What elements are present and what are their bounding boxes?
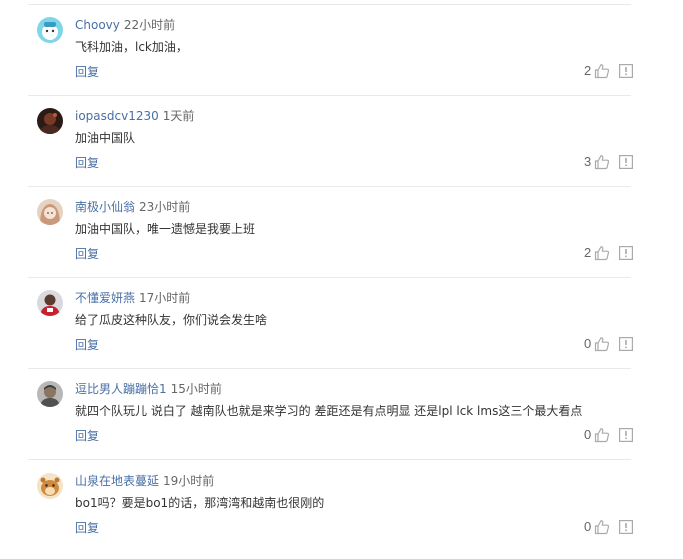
thumbs-up-icon[interactable]: [594, 519, 610, 535]
comment-text: 加油中国队: [75, 131, 136, 145]
comment-item: 山泉在地表蔓延 19小时前 bo1吗？要是bo1的话，那湾湾和越南也很刚的 回复 …: [0, 461, 683, 552]
comment-meta: 山泉在地表蔓延 19小时前: [75, 473, 214, 490]
like-count: 2: [584, 63, 592, 78]
comment-meta: 不懂爱妍燕 17小时前: [75, 290, 190, 307]
thumbs-up-icon[interactable]: [594, 336, 610, 352]
like-count: 0: [584, 336, 592, 351]
thumbs-up-icon[interactable]: [594, 63, 610, 79]
athlete-avatar: [37, 290, 63, 316]
thumbs-up-icon[interactable]: [594, 154, 610, 170]
comment-actions: 2: [584, 63, 633, 79]
comment-divider: [28, 459, 631, 460]
comment-item: 南极小仙翁 23小时前 加油中国队，唯一遗憾是我要上班 回复 2: [0, 187, 683, 278]
timestamp: 19小时前: [163, 474, 215, 488]
reply-button[interactable]: 回复: [75, 428, 99, 445]
avatar[interactable]: [37, 199, 63, 225]
comment-actions: 0: [584, 519, 633, 535]
username[interactable]: 逗比男人蹦蹦恰1: [75, 382, 167, 396]
comment-text: 就四个队玩儿 说白了 越南队也就是来学习的 差距还是有点明显 还是lpl lck…: [75, 404, 583, 418]
username[interactable]: Choovy: [75, 18, 120, 32]
thumbs-up-icon[interactable]: [594, 245, 610, 261]
comment-item: iopasdcv1230 1天前 加油中国队 回复 3: [0, 96, 683, 187]
comment-meta: 南极小仙翁 23小时前: [75, 199, 190, 216]
reply-button[interactable]: 回复: [75, 246, 99, 263]
thumbs-up-icon[interactable]: [594, 427, 610, 443]
avatar[interactable]: [37, 108, 63, 134]
comment-meta: Choovy 22小时前: [75, 17, 175, 34]
timestamp: 15小时前: [170, 382, 222, 396]
avatar[interactable]: [37, 290, 63, 316]
report-flag-icon[interactable]: [619, 428, 633, 442]
username[interactable]: iopasdcv1230: [75, 109, 159, 123]
comment-actions: 0: [584, 427, 633, 443]
avatar[interactable]: [37, 381, 63, 407]
report-flag-icon[interactable]: [619, 246, 633, 260]
reply-button[interactable]: 回复: [75, 155, 99, 172]
comment-text: 给了瓜皮这种队友，你们说会发生啥: [75, 313, 268, 327]
like-count: 2: [584, 245, 592, 260]
comment-text: bo1吗？要是bo1的话，那湾湾和越南也很刚的: [75, 496, 325, 510]
comment-meta: iopasdcv1230 1天前: [75, 108, 194, 125]
reply-button[interactable]: 回复: [75, 64, 99, 81]
report-flag-icon[interactable]: [619, 337, 633, 351]
comment-text: 加油中国队，唯一遗憾是我要上班: [75, 222, 256, 236]
report-flag-icon[interactable]: [619, 155, 633, 169]
report-flag-icon[interactable]: [619, 520, 633, 534]
man-portrait-avatar: [37, 381, 63, 407]
like-count: 3: [584, 154, 592, 169]
report-flag-icon[interactable]: [619, 64, 633, 78]
comment-actions: 0: [584, 336, 633, 352]
like-count: 0: [584, 427, 592, 442]
timestamp: 1天前: [162, 109, 195, 123]
avatar[interactable]: [37, 17, 63, 43]
comment-actions: 2: [584, 245, 633, 261]
dark-photo-avatar: [37, 108, 63, 134]
hamster-avatar: [37, 473, 63, 499]
comment-item: 不懂爱妍燕 17小时前 给了瓜皮这种队友，你们说会发生啥 回复 0: [0, 278, 683, 369]
comment-item: Choovy 22小时前 飞科加油，lck加油， 回复 2: [0, 5, 683, 96]
username[interactable]: 山泉在地表蔓延: [75, 474, 159, 488]
anime-girl-avatar: [37, 199, 63, 225]
reply-button[interactable]: 回复: [75, 337, 99, 354]
timestamp: 23小时前: [139, 200, 191, 214]
avatar[interactable]: [37, 473, 63, 499]
comment-meta: 逗比男人蹦蹦恰1 15小时前: [75, 381, 222, 398]
like-count: 0: [584, 519, 592, 534]
comment-item: 逗比男人蹦蹦恰1 15小时前 就四个队玩儿 说白了 越南队也就是来学习的 差距还是…: [0, 369, 683, 460]
comment-text: 飞科加油，lck加油，: [75, 40, 188, 54]
timestamp: 17小时前: [139, 291, 191, 305]
username[interactable]: 不懂爱妍燕: [75, 291, 135, 305]
reply-button[interactable]: 回复: [75, 520, 99, 537]
cartoon-face-avatar: [37, 17, 63, 43]
username[interactable]: 南极小仙翁: [75, 200, 135, 214]
timestamp: 22小时前: [123, 18, 176, 32]
comment-actions: 3: [584, 154, 633, 170]
